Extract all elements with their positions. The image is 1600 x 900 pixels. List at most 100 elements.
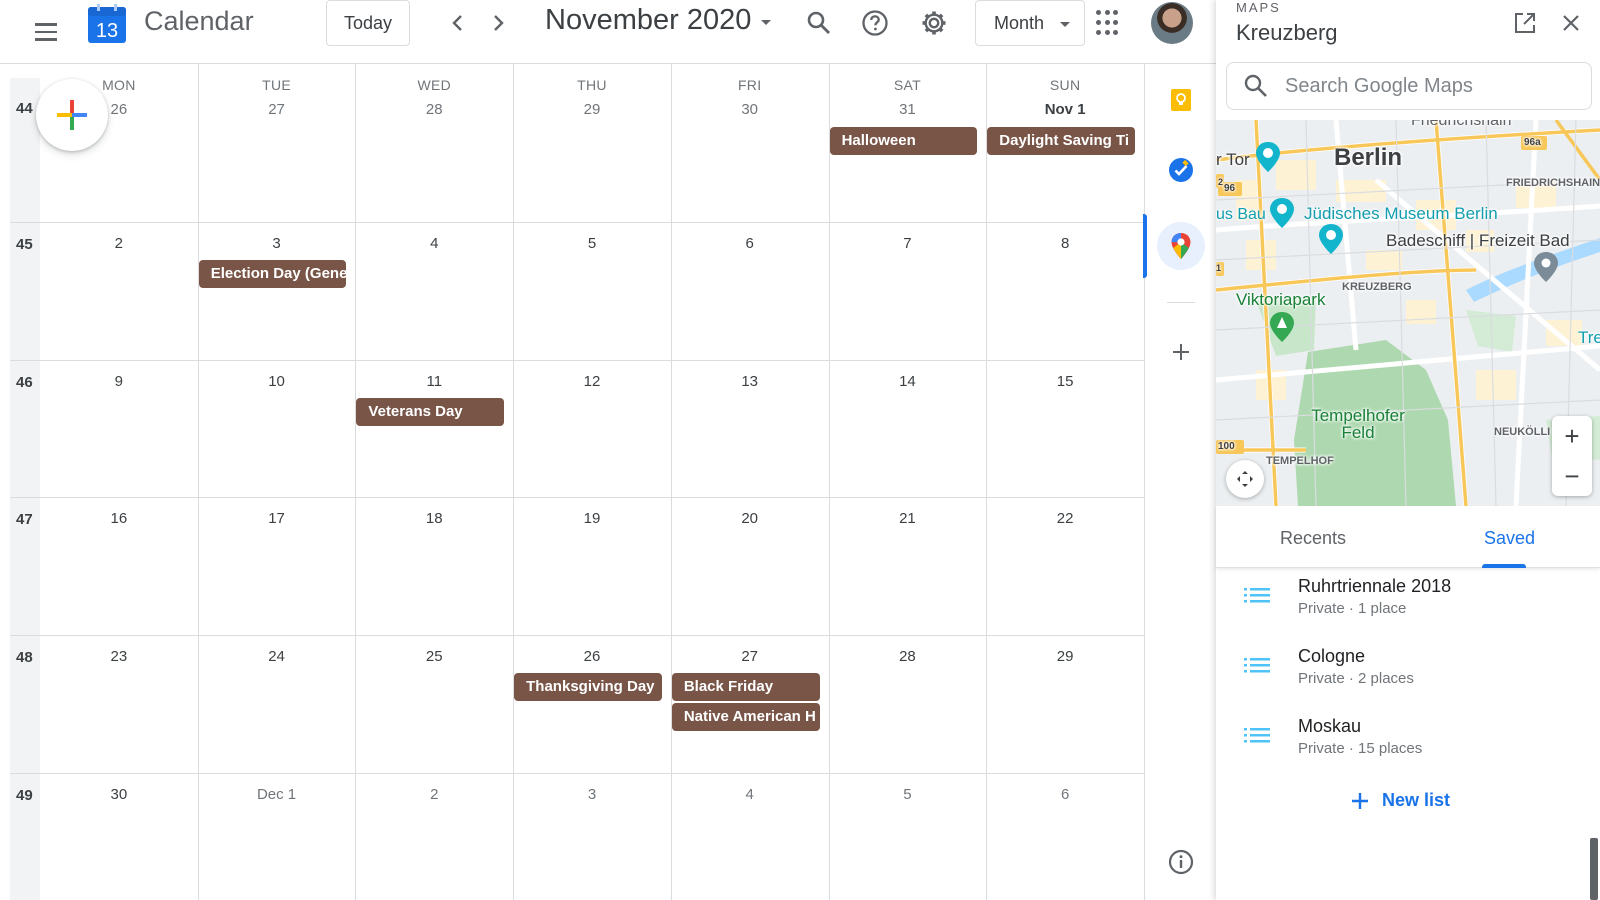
scrollbar[interactable] [1590, 838, 1598, 900]
day-cell[interactable]: 15 [986, 360, 1144, 497]
saved-list-item[interactable]: Moskau Private · 15 places [1216, 712, 1600, 782]
event-chip[interactable]: Veterans Day [356, 398, 505, 426]
day-cell[interactable]: 29 [986, 635, 1144, 773]
day-number[interactable]: 4 [671, 786, 829, 803]
day-cell[interactable]: 13 [671, 360, 829, 497]
account-avatar[interactable] [1151, 2, 1193, 44]
day-cell[interactable]: 22 [986, 497, 1144, 635]
zoom-in-button[interactable]: + [1552, 416, 1592, 456]
day-cell[interactable]: 11 [355, 360, 513, 497]
keep-icon[interactable] [1163, 82, 1199, 118]
day-number[interactable]: 11 [355, 373, 513, 390]
day-number[interactable]: Dec 1 [198, 786, 356, 803]
day-number[interactable]: 30 [671, 101, 829, 118]
day-cell[interactable]: WED 28 [355, 64, 513, 222]
tab-saved[interactable]: Saved [1484, 528, 1535, 549]
saved-list-item[interactable]: Ruhrtriennale 2018 Private · 1 place [1216, 572, 1600, 642]
tab-recents[interactable]: Recents [1280, 528, 1346, 549]
event-chip[interactable]: Thanksgiving Day [514, 673, 662, 701]
day-cell[interactable]: 2 [355, 773, 513, 900]
day-number[interactable]: 28 [829, 648, 987, 665]
maps-search-box[interactable] [1226, 62, 1592, 110]
event-chip[interactable]: Election Day (Gene [198, 260, 347, 288]
day-cell[interactable]: 3 [513, 773, 671, 900]
day-cell[interactable]: 21 [829, 497, 987, 635]
help-icon[interactable] [858, 6, 892, 40]
view-switcher-button[interactable]: Month [975, 0, 1085, 46]
day-number[interactable]: 26 [513, 648, 671, 665]
day-number[interactable]: 21 [829, 510, 987, 527]
maps-icon[interactable] [1157, 222, 1205, 270]
map-view[interactable]: Friedrichshain 96a r Tor Berlin 2 96 FRI… [1216, 120, 1600, 506]
zoom-out-button[interactable]: − [1552, 456, 1592, 496]
day-cell[interactable]: FRI 30 [671, 64, 829, 222]
create-event-button[interactable] [36, 79, 108, 151]
add-addon-icon[interactable] [1163, 334, 1199, 370]
day-cell[interactable]: 23 [40, 635, 198, 773]
day-number[interactable]: 2 [40, 235, 198, 252]
day-cell[interactable]: Dec 1 [198, 773, 356, 900]
day-number[interactable]: 3 [198, 235, 356, 252]
maps-search-input[interactable] [1285, 74, 1575, 98]
day-number[interactable]: 22 [986, 510, 1144, 527]
day-cell[interactable]: 14 [829, 360, 987, 497]
day-number[interactable]: 28 [355, 101, 513, 118]
main-menu-icon[interactable] [28, 14, 64, 50]
day-cell[interactable]: 28 [829, 635, 987, 773]
recenter-icon[interactable] [1226, 460, 1264, 498]
day-number[interactable]: 7 [829, 235, 987, 252]
day-number[interactable]: 29 [986, 648, 1144, 665]
day-cell[interactable]: 9 [40, 360, 198, 497]
day-number[interactable]: 17 [198, 510, 356, 527]
day-cell[interactable]: 17 [198, 497, 356, 635]
day-number[interactable]: 2 [355, 786, 513, 803]
saved-list-item[interactable]: Cologne Private · 2 places [1216, 642, 1600, 712]
day-number[interactable]: 3 [513, 786, 671, 803]
today-button[interactable]: Today [326, 0, 410, 46]
day-number[interactable]: 29 [513, 101, 671, 118]
day-number[interactable]: 30 [40, 786, 198, 803]
day-cell[interactable]: 4 [355, 222, 513, 360]
day-number[interactable]: 8 [986, 235, 1144, 252]
day-number[interactable]: 13 [671, 373, 829, 390]
open-in-new-tab-icon[interactable] [1510, 8, 1540, 38]
event-chip[interactable]: Halloween [829, 127, 978, 155]
day-cell[interactable]: 6 [671, 222, 829, 360]
day-number[interactable]: 9 [40, 373, 198, 390]
settings-gear-icon[interactable] [917, 6, 951, 40]
day-cell[interactable]: 24 [198, 635, 356, 773]
week-number[interactable]: 49 [16, 787, 33, 804]
day-cell[interactable]: 26 [513, 635, 671, 773]
event-chip[interactable]: Native American H [671, 703, 820, 731]
day-cell[interactable]: 12 [513, 360, 671, 497]
day-number[interactable]: 27 [671, 648, 829, 665]
day-number[interactable]: 10 [198, 373, 356, 390]
new-list-button[interactable]: New list [1350, 790, 1450, 811]
month-picker[interactable]: November 2020 [545, 4, 772, 37]
day-number[interactable]: 14 [829, 373, 987, 390]
info-icon[interactable] [1163, 844, 1199, 880]
day-number[interactable]: 23 [40, 648, 198, 665]
day-cell[interactable]: 5 [829, 773, 987, 900]
week-number[interactable]: 45 [16, 236, 33, 253]
calendar-logo-icon[interactable]: 13 [86, 3, 128, 45]
day-cell[interactable]: 20 [671, 497, 829, 635]
event-chip[interactable]: Black Friday [671, 673, 820, 701]
previous-month-icon[interactable] [441, 6, 475, 40]
day-number[interactable]: Nov 1 [986, 101, 1144, 118]
day-cell[interactable]: 19 [513, 497, 671, 635]
next-month-icon[interactable] [481, 6, 515, 40]
day-number[interactable]: 18 [355, 510, 513, 527]
day-cell[interactable]: 25 [355, 635, 513, 773]
day-cell[interactable]: THU 29 [513, 64, 671, 222]
day-number[interactable]: 6 [671, 235, 829, 252]
day-number[interactable]: 20 [671, 510, 829, 527]
day-cell[interactable]: 2 [40, 222, 198, 360]
day-cell[interactable]: 30 [40, 773, 198, 900]
google-apps-icon[interactable] [1096, 10, 1122, 36]
day-cell[interactable]: 18 [355, 497, 513, 635]
day-number[interactable]: 25 [355, 648, 513, 665]
day-number[interactable]: 6 [986, 786, 1144, 803]
day-number[interactable]: 12 [513, 373, 671, 390]
week-number[interactable]: 47 [16, 511, 33, 528]
